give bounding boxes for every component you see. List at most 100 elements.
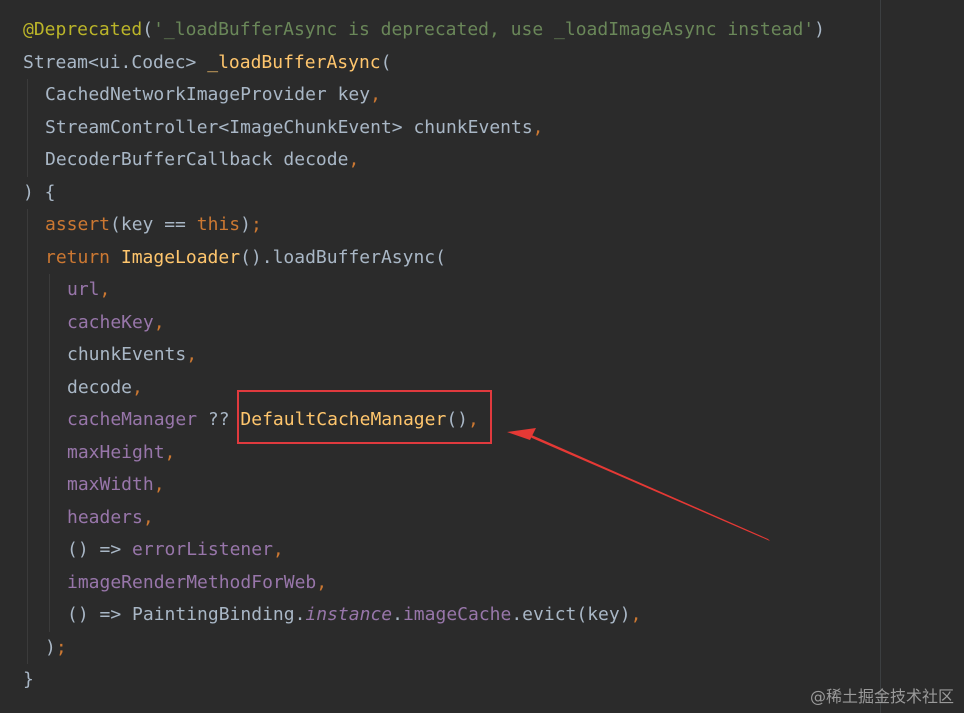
indent-guide [49, 566, 50, 599]
return-keyword: return [45, 246, 121, 268]
arg-decode: decode [67, 376, 133, 398]
instance-getter: instance [305, 604, 393, 625]
code-line-11: chunkEvents, [0, 339, 964, 372]
indent-guide [49, 436, 50, 469]
comma: , [142, 506, 154, 528]
code-line-1: @Deprecated('_loadBufferAsync is depreca… [0, 14, 964, 47]
this-keyword: this [196, 214, 241, 235]
arg-cache-manager: cacheManager [67, 409, 198, 430]
comma: , [370, 84, 381, 105]
arg-image-render-method: imageRenderMethodForWeb [67, 571, 317, 593]
indent-guide [27, 599, 28, 632]
code-line-2: Stream<ui.Codec> _loadBufferAsync( [0, 47, 964, 80]
deprecation-message: '_loadBufferAsync is deprecated, use _lo… [153, 19, 815, 40]
indent-guide [49, 469, 50, 502]
comma: , [186, 344, 198, 365]
indent-guide [49, 501, 50, 534]
class-name: ImageLoader [120, 246, 241, 268]
default-cache-manager-call: DefaultCacheManager [240, 409, 447, 430]
indent-guide [27, 241, 28, 274]
comma: , [272, 539, 284, 560]
indent-guide [49, 404, 50, 437]
dot: . [392, 604, 403, 625]
code-block: @Deprecated('_loadBufferAsync is depreca… [0, 14, 964, 697]
param-declaration: CachedNetworkImageProvider key [45, 84, 371, 105]
indent-guide [27, 566, 28, 599]
indent-guide [27, 274, 28, 307]
indent-guide [27, 631, 28, 664]
code-line-10: cacheKey, [0, 306, 964, 339]
paren: () [446, 409, 468, 430]
code-line-12: decode, [0, 371, 964, 404]
indent-guide [49, 371, 50, 404]
code-line-18: imageRenderMethodForWeb, [0, 566, 964, 599]
code-line-13: cacheManager ?? DefaultCacheManager(), [0, 404, 964, 437]
annotation-deprecated: @Deprecated [23, 19, 143, 40]
comma: , [132, 376, 143, 398]
indent-guide [27, 306, 28, 339]
comma: , [164, 441, 176, 463]
arg-headers: headers [67, 506, 143, 528]
indent-guide [49, 534, 50, 567]
code-line-17: () => errorListener, [0, 534, 964, 567]
code-line-19: () => PaintingBinding.instance.imageCach… [0, 599, 964, 632]
arg-error-listener: errorListener [132, 539, 273, 560]
closure-arrow: () => PaintingBinding. [67, 604, 306, 625]
method-call: ().loadBufferAsync( [240, 246, 446, 268]
closure-arrow: () => [67, 539, 133, 560]
code-editor[interactable]: @Deprecated('_loadBufferAsync is depreca… [0, 0, 964, 713]
code-line-5: DecoderBufferCallback decode, [0, 144, 964, 177]
indent-guide [27, 469, 28, 502]
image-cache-field: imageCache [402, 604, 512, 625]
comma: , [153, 311, 165, 333]
param-declaration: DecoderBufferCallback decode [45, 149, 349, 170]
indent-guide [27, 209, 28, 242]
code-line-20: ); [0, 631, 964, 664]
code-line-4: StreamController<ImageChunkEvent> chunkE… [0, 111, 964, 144]
semicolon: ; [250, 214, 262, 235]
indent-guide [27, 144, 28, 177]
code-line-16: headers, [0, 501, 964, 534]
paren: ) [240, 214, 251, 235]
paren: ( [380, 51, 392, 73]
arg-max-height: maxHeight [67, 441, 165, 463]
paren: ) [814, 19, 825, 40]
indent-guide [27, 339, 28, 372]
indent-guide [27, 111, 28, 144]
comma: , [630, 604, 642, 625]
watermark: @稀土掘金技术社区 [809, 687, 954, 706]
function-name: _loadBufferAsync [207, 51, 381, 73]
comma: , [153, 474, 165, 495]
indent-guide [27, 436, 28, 469]
assert-call: assert [45, 214, 111, 235]
code-line-6: ) { [0, 177, 964, 210]
param-declaration: StreamController<ImageChunkEvent> chunkE… [45, 116, 533, 138]
code-line-14: maxHeight, [0, 436, 964, 469]
arg-chunk-events: chunkEvents [67, 344, 187, 365]
paren: ) [45, 636, 56, 658]
indent-guide [49, 599, 50, 632]
assert-args: (key == [110, 214, 197, 235]
indent-guide [49, 306, 50, 339]
indent-guide [27, 79, 28, 112]
code-line-8: return ImageLoader().loadBufferAsync( [0, 241, 964, 274]
code-line-15: maxWidth, [0, 469, 964, 502]
comma: , [468, 409, 479, 430]
function-body-open: ) { [23, 181, 56, 203]
code-line-7: assert(key == this); [0, 209, 964, 242]
comma: , [348, 149, 360, 170]
function-body-close: } [23, 669, 34, 690]
indent-guide [27, 501, 28, 534]
indent-guide [49, 274, 50, 307]
comma: , [316, 571, 328, 593]
indent-guide [27, 534, 28, 567]
comma: , [99, 279, 111, 300]
comma: , [532, 116, 544, 138]
paren: ( [142, 19, 154, 40]
arg-max-width: maxWidth [67, 474, 154, 495]
indent-guide [27, 404, 28, 437]
indent-guide [27, 371, 28, 404]
indent-guide [49, 339, 50, 372]
code-line-9: url, [0, 274, 964, 307]
arg-url: url [67, 279, 100, 300]
